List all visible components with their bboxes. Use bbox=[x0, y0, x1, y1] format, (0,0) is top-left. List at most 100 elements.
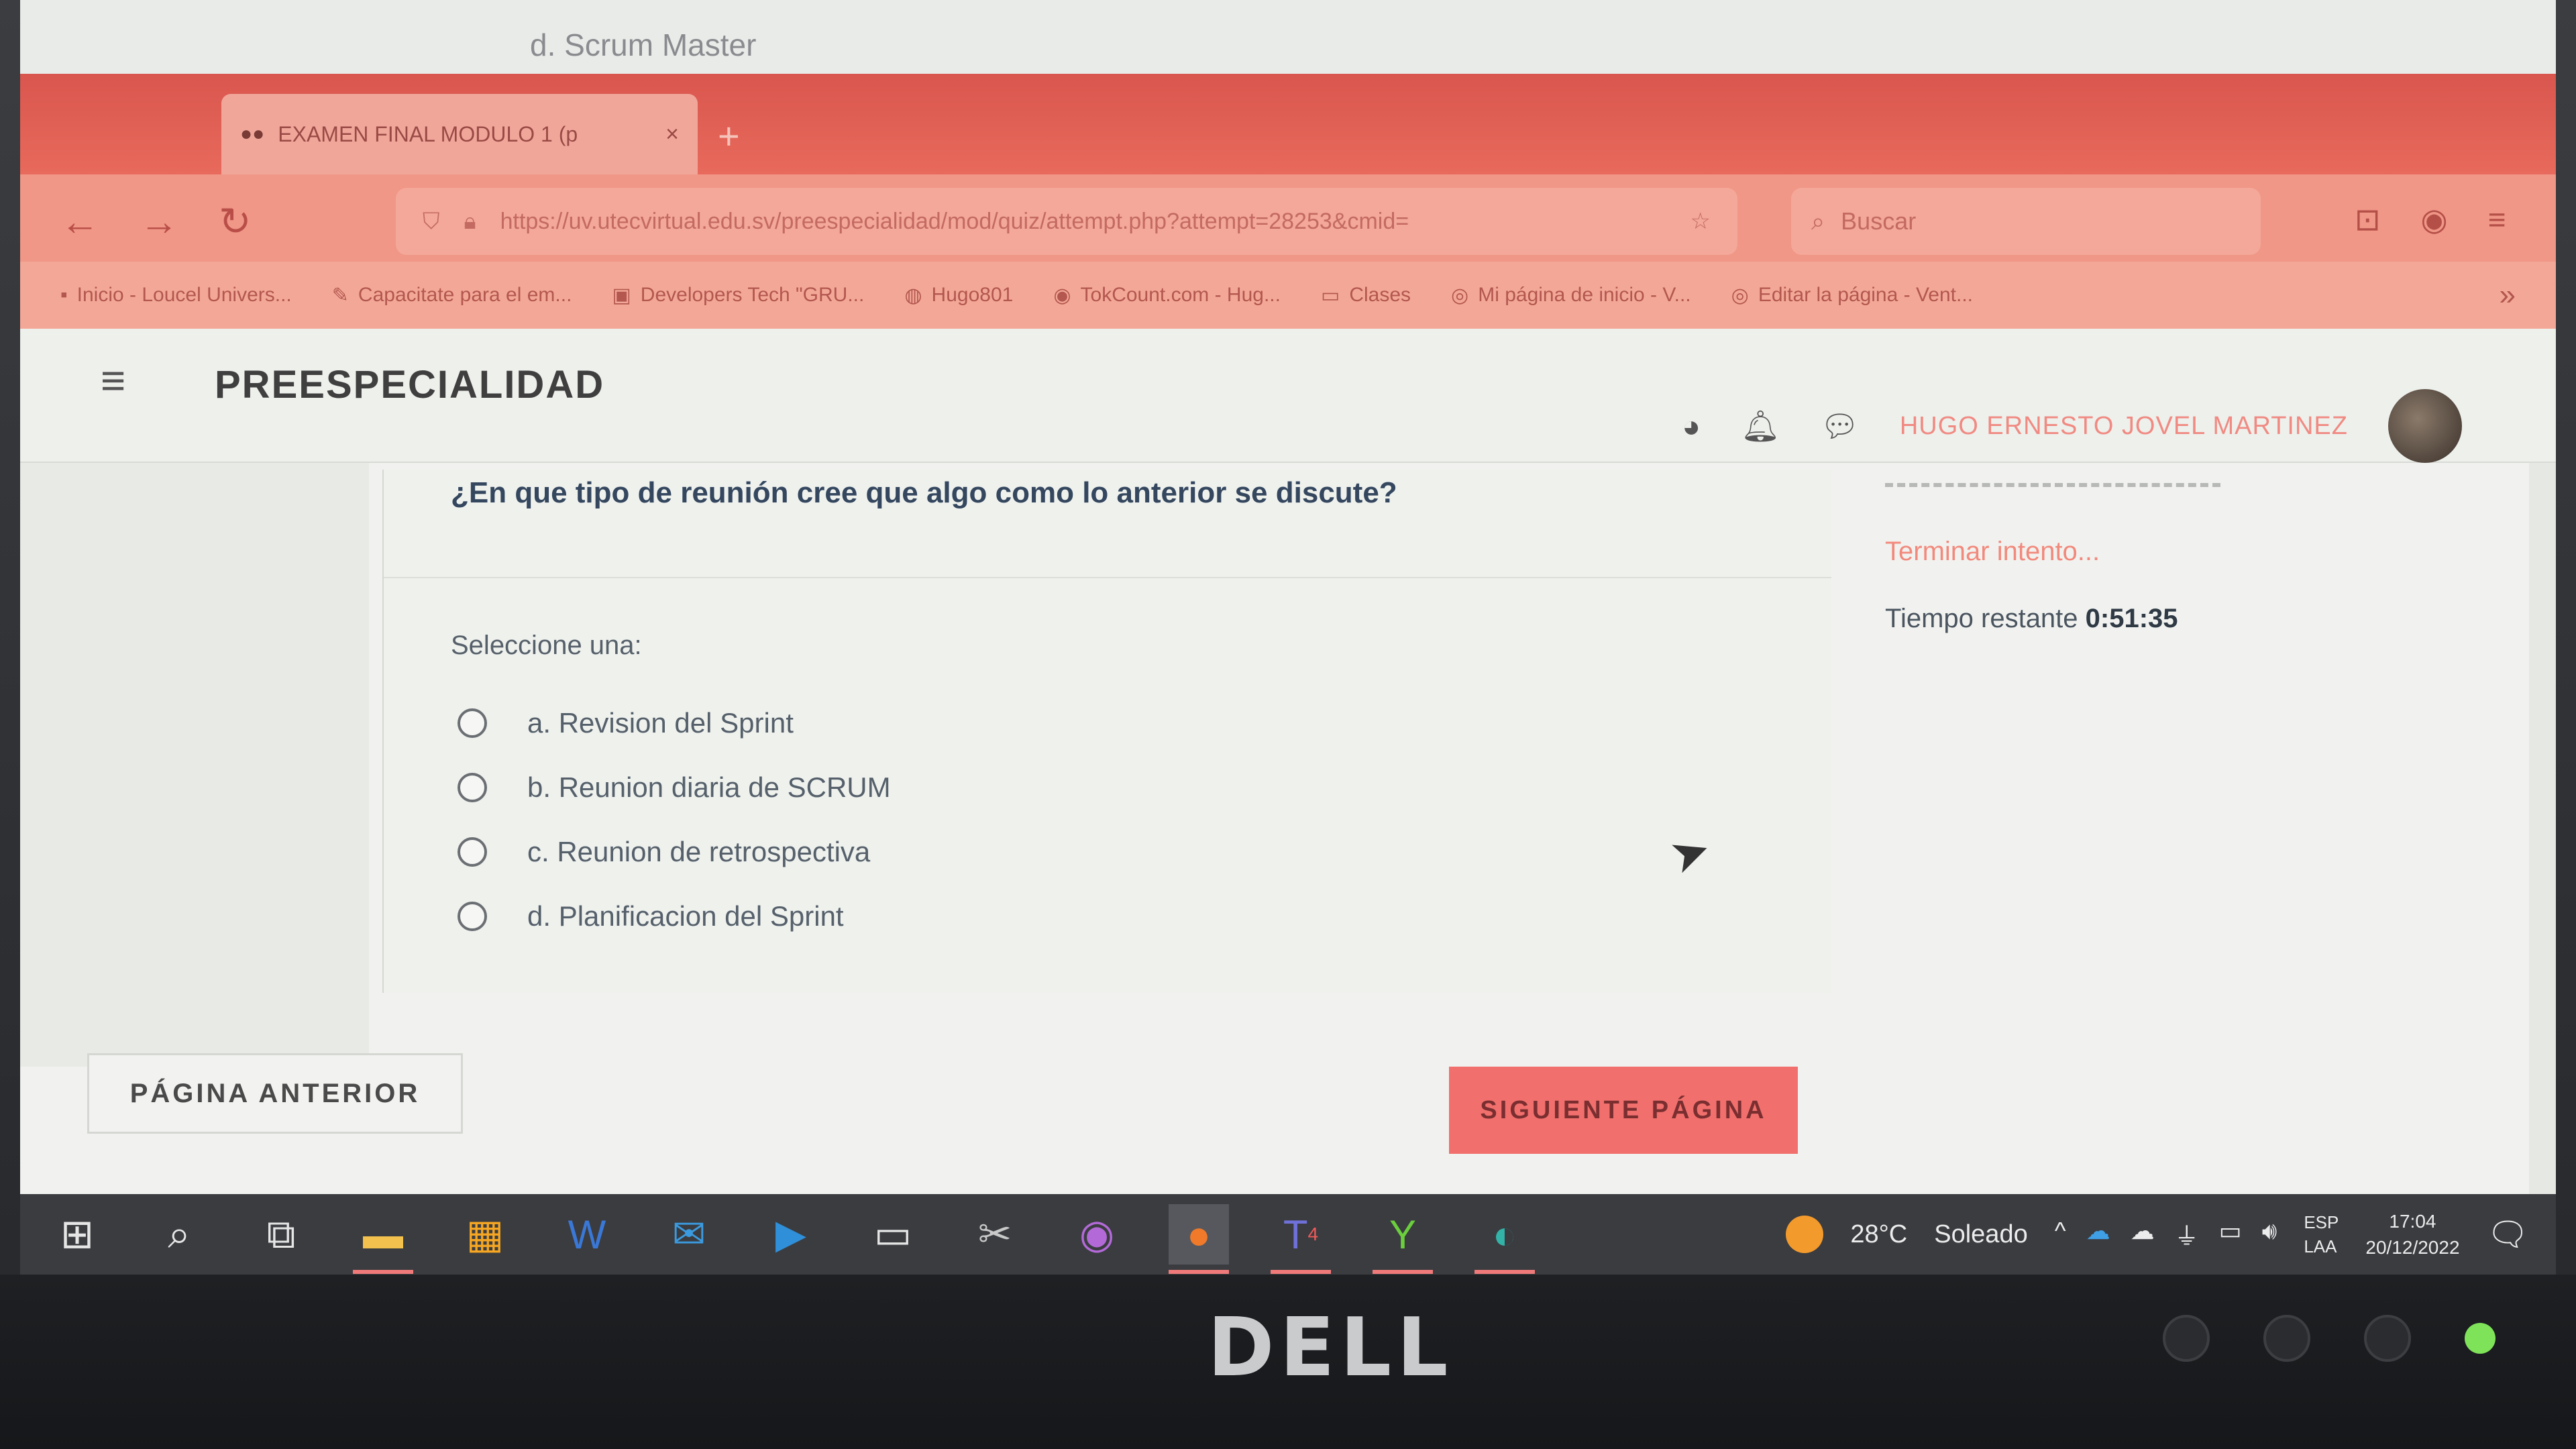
bell-icon[interactable]: 🔔︎ bbox=[1741, 408, 1780, 445]
monitor-button[interactable] bbox=[2263, 1315, 2310, 1362]
bookmark-item[interactable]: ▪ Inicio - Loucel Univers... bbox=[60, 284, 292, 307]
time-value: 0:51:35 bbox=[2085, 604, 2178, 633]
radio-button[interactable] bbox=[458, 902, 487, 931]
tray-icons: ^ ☁ ☁ ⏚ ▭ 🔊︎ bbox=[2055, 1217, 2277, 1252]
bookmark-label: Developers Tech "GRU... bbox=[640, 284, 865, 306]
menu-icon[interactable]: ≡ bbox=[2488, 201, 2506, 237]
bookmark-label: Hugo801 bbox=[931, 284, 1014, 306]
url-text: https://uv.utecvirtual.edu.sv/preespecia… bbox=[500, 208, 1409, 234]
pocket-icon[interactable]: ⊡ bbox=[2355, 201, 2381, 237]
app-y-icon[interactable]: Y bbox=[1373, 1204, 1433, 1274]
question-card: ¿En que tipo de reunión cree que algo co… bbox=[382, 470, 1831, 993]
store-icon[interactable]: ▦ bbox=[455, 1204, 515, 1265]
bookmark-item[interactable]: ▣ Developers Tech "GRU... bbox=[612, 284, 864, 307]
user-name[interactable]: HUGO ERNESTO JOVEL MARTINEZ bbox=[1900, 412, 2348, 441]
clock[interactable]: 17:04 20/12/2022 bbox=[2365, 1208, 2459, 1260]
site-title[interactable]: PREESPECIALIDAD bbox=[215, 362, 604, 407]
lang-code: ESP bbox=[2304, 1212, 2339, 1232]
search-icon[interactable]: ⌕ bbox=[149, 1204, 209, 1265]
globe-icon[interactable]: ◕ bbox=[1682, 408, 1701, 444]
volume-icon[interactable]: 🔊︎ bbox=[2262, 1217, 2277, 1252]
answer-label[interactable]: d. Planificacion del Sprint bbox=[527, 900, 844, 932]
monitor-bezel: DELL bbox=[0, 1275, 2576, 1449]
task-view-icon[interactable]: ⧉ bbox=[251, 1204, 311, 1265]
answer-label[interactable]: a. Revision del Sprint bbox=[527, 707, 794, 739]
teams-badge: 4 bbox=[1307, 1224, 1319, 1244]
bookmark-item[interactable]: ◎ Mi página de inicio - V... bbox=[1451, 284, 1691, 307]
monitor-button[interactable] bbox=[2163, 1315, 2210, 1362]
snipping-tool-icon[interactable]: ✂ bbox=[965, 1204, 1025, 1265]
avatar[interactable] bbox=[2388, 389, 2462, 463]
windows-start-icon[interactable]: ⊞ bbox=[47, 1204, 107, 1265]
page-scrollbar[interactable] bbox=[2529, 463, 2556, 1194]
media-player-icon[interactable]: ▶ bbox=[761, 1204, 821, 1265]
chevron-up-icon[interactable]: ^ bbox=[2055, 1217, 2066, 1252]
tab-favicon-icon: ●● bbox=[240, 123, 265, 145]
lock-icon: 🔒︎ bbox=[464, 208, 476, 234]
onedrive-icon[interactable]: ☁ bbox=[2086, 1217, 2110, 1252]
previous-page-button[interactable]: PÁGINA ANTERIOR bbox=[87, 1053, 463, 1134]
tab-close-icon[interactable]: × bbox=[665, 121, 679, 148]
bookmark-label: Capacitate para el em... bbox=[358, 284, 572, 306]
answer-option[interactable]: d. Planificacion del Sprint bbox=[458, 884, 891, 949]
weather-temp[interactable]: 28°C bbox=[1850, 1220, 1907, 1249]
bookmark-item[interactable]: ◍ Hugo801 bbox=[904, 284, 1013, 307]
search-field[interactable]: ⌕ Buscar bbox=[1791, 188, 2261, 255]
file-explorer-icon[interactable]: ▬ bbox=[353, 1204, 413, 1274]
bookmark-label: TokCount.com - Hug... bbox=[1080, 284, 1281, 306]
tiktok-icon: ◉ bbox=[1053, 284, 1071, 307]
hamburger-menu-icon[interactable]: ≡ bbox=[101, 356, 125, 405]
radio-button[interactable] bbox=[458, 708, 487, 738]
answer-label[interactable]: c. Reunion de retrospectiva bbox=[527, 836, 870, 868]
bookmark-item[interactable]: ◉ TokCount.com - Hug... bbox=[1053, 284, 1281, 307]
radio-button[interactable] bbox=[458, 837, 487, 867]
page-icon: ▪ bbox=[60, 284, 68, 306]
folder-icon: ▭ bbox=[1320, 284, 1340, 307]
time-label: Tiempo restante bbox=[1885, 604, 2078, 633]
globe-icon: ◎ bbox=[1731, 284, 1749, 307]
answer-label[interactable]: b. Reunion diaria de SCRUM bbox=[527, 771, 891, 804]
teams-icon[interactable]: T4 bbox=[1271, 1204, 1331, 1274]
monitor-button[interactable] bbox=[2364, 1315, 2411, 1362]
reload-icon[interactable]: ↻ bbox=[219, 199, 252, 244]
edge-icon[interactable]: ◐ bbox=[1474, 1204, 1535, 1274]
language-indicator[interactable]: ESP LAA bbox=[2304, 1210, 2339, 1259]
finish-attempt-link[interactable]: Terminar intento... bbox=[1885, 537, 2100, 567]
answer-option[interactable]: b. Reunion diaria de SCRUM bbox=[458, 755, 891, 820]
power-led-icon bbox=[2465, 1323, 2496, 1354]
answer-option[interactable]: a. Revision del Sprint bbox=[458, 691, 891, 755]
network-icon[interactable]: ▭ bbox=[2219, 1217, 2242, 1252]
shield-icon: ⛉ bbox=[423, 208, 440, 234]
bookmark-item[interactable]: ▭ Clases bbox=[1321, 284, 1411, 307]
terminal-icon[interactable]: ▭ bbox=[863, 1204, 923, 1265]
cloud-icon[interactable]: ☁ bbox=[2131, 1217, 2155, 1252]
usb-icon[interactable]: ⏚ bbox=[2175, 1217, 2199, 1252]
left-column bbox=[20, 463, 369, 1067]
firefox-icon[interactable]: ● bbox=[1169, 1204, 1229, 1274]
word-icon[interactable]: W bbox=[557, 1204, 617, 1265]
radio-button[interactable] bbox=[458, 773, 487, 802]
windows-taskbar: ⊞ ⌕ ⧉ ▬ ▦ W ✉ ▶ ▭ ✂ ◉ ● T4 Y ◐ 28°C Sole… bbox=[20, 1194, 2556, 1275]
account-icon[interactable]: ◉ bbox=[2421, 201, 2448, 237]
new-tab-button[interactable]: + bbox=[718, 114, 740, 158]
weather-sun-icon[interactable] bbox=[1786, 1216, 1824, 1253]
taskbar-apps: ⊞ ⌕ ⧉ ▬ ▦ W ✉ ▶ ▭ ✂ ◉ ● T4 Y ◐ bbox=[47, 1204, 1535, 1274]
bookmark-label: Mi página de inicio - V... bbox=[1478, 284, 1691, 306]
bookmark-label: Editar la página - Vent... bbox=[1758, 284, 1974, 306]
bookmark-star-icon[interactable]: ☆ bbox=[1690, 208, 1711, 235]
browser-tab-active[interactable]: ●● EXAMEN FINAL MODULO 1 (p × bbox=[221, 94, 698, 174]
bookmarks-overflow-icon[interactable]: » bbox=[2500, 278, 2516, 312]
mail-icon[interactable]: ✉ bbox=[659, 1204, 719, 1265]
answer-option[interactable]: c. Reunion de retrospectiva bbox=[458, 820, 891, 884]
next-page-button[interactable]: SIGUIENTE PÁGINA bbox=[1449, 1067, 1798, 1154]
bookmark-item[interactable]: ✎ Capacitate para el em... bbox=[332, 284, 572, 307]
forward-arrow-icon[interactable]: → bbox=[140, 199, 178, 244]
bookmark-item[interactable]: ◎ Editar la página - Vent... bbox=[1731, 284, 1973, 307]
game-app-icon[interactable]: ◉ bbox=[1067, 1204, 1127, 1265]
notification-icon[interactable]: 🗨︎ bbox=[2487, 1215, 2529, 1254]
answer-options: a. Revision del Sprint b. Reunion diaria… bbox=[458, 691, 891, 949]
back-arrow-icon[interactable]: ← bbox=[60, 199, 99, 244]
weather-desc[interactable]: Soleado bbox=[1934, 1220, 2027, 1249]
address-bar[interactable]: ⛉ 🔒︎ https://uv.utecvirtual.edu.sv/prees… bbox=[396, 188, 1737, 255]
chat-icon[interactable]: 💬︎ bbox=[1820, 408, 1859, 445]
